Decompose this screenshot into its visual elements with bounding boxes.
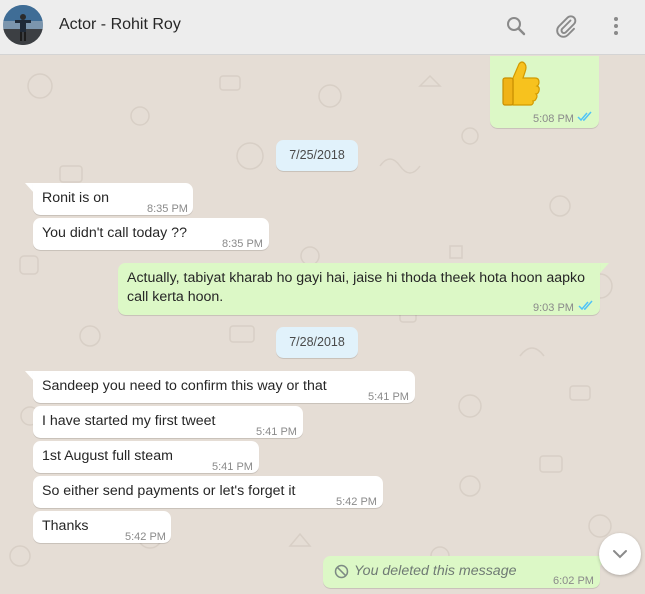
message-time: 9:03 PM — [533, 302, 574, 314]
chevron-down-icon — [613, 550, 627, 559]
read-ticks-icon — [577, 111, 592, 122]
message-time: 5:41 PM — [256, 426, 297, 438]
message-bubble-incoming[interactable]: 1st August full steam 5:41 PM — [33, 441, 259, 473]
message-text: You deleted this message — [354, 563, 517, 579]
date-separator: 7/25/2018 — [276, 140, 358, 171]
message-bubble-incoming[interactable]: I have started my first tweet 5:41 PM — [33, 406, 303, 438]
message-time: 5:42 PM — [336, 496, 377, 508]
message-text: So either send payments or let's forget … — [42, 483, 296, 499]
date-separator: 7/28/2018 — [276, 327, 358, 358]
message-text: Thanks — [42, 518, 89, 534]
thumbs-up-emoji — [502, 61, 540, 106]
message-time: 5:08 PM — [533, 113, 574, 125]
message-bubble-incoming[interactable]: So either send payments or let's forget … — [33, 476, 383, 508]
chat-header: Actor - Rohit Roy — [0, 0, 645, 55]
message-time: 5:42 PM — [125, 531, 166, 543]
read-ticks-icon — [578, 300, 593, 311]
attach-icon[interactable] — [554, 14, 578, 38]
message-text: Sandeep you need to confirm this way or … — [42, 378, 327, 394]
message-time: 8:35 PM — [222, 238, 263, 250]
menu-icon[interactable] — [604, 14, 628, 38]
message-text-line: Actually, tabiyat kharab ho gayi hai, ja… — [127, 270, 585, 286]
message-bubble-incoming[interactable]: Ronit is on 8:35 PM — [33, 183, 193, 215]
message-bubble-incoming[interactable]: Thanks 5:42 PM — [33, 511, 171, 543]
search-icon[interactable] — [504, 14, 528, 38]
scroll-down-button[interactable] — [599, 533, 641, 575]
message-list[interactable]: 5:08 PM 7/25/2018 Ronit is on 8:35 PM Yo… — [0, 56, 645, 594]
message-bubble-incoming[interactable]: You didn't call today ?? 8:35 PM — [33, 218, 269, 250]
message-time: 6:02 PM — [553, 575, 594, 587]
deleted-icon — [334, 564, 349, 579]
contact-name[interactable]: Actor - Rohit Roy — [59, 16, 181, 34]
message-bubble-outgoing[interactable]: 5:08 PM — [490, 56, 599, 128]
message-time: 5:41 PM — [212, 461, 253, 473]
message-text: You didn't call today ?? — [42, 225, 187, 241]
message-text: 1st August full steam — [42, 448, 173, 464]
message-time: 5:41 PM — [368, 391, 409, 403]
avatar[interactable] — [3, 5, 43, 45]
avatar-photo — [3, 5, 43, 45]
bubble-tail — [600, 263, 609, 273]
message-bubble-outgoing[interactable]: Actually, tabiyat kharab ho gayi hai, ja… — [118, 263, 600, 315]
message-text-line: call kerta hoon. — [127, 289, 224, 305]
message-text: I have started my first tweet — [42, 413, 216, 429]
message-text: Ronit is on — [42, 190, 110, 206]
message-bubble-outgoing[interactable]: You deleted this message 6:02 PM — [323, 556, 600, 588]
message-time: 8:35 PM — [147, 203, 188, 215]
message-bubble-incoming[interactable]: Sandeep you need to confirm this way or … — [33, 371, 415, 403]
